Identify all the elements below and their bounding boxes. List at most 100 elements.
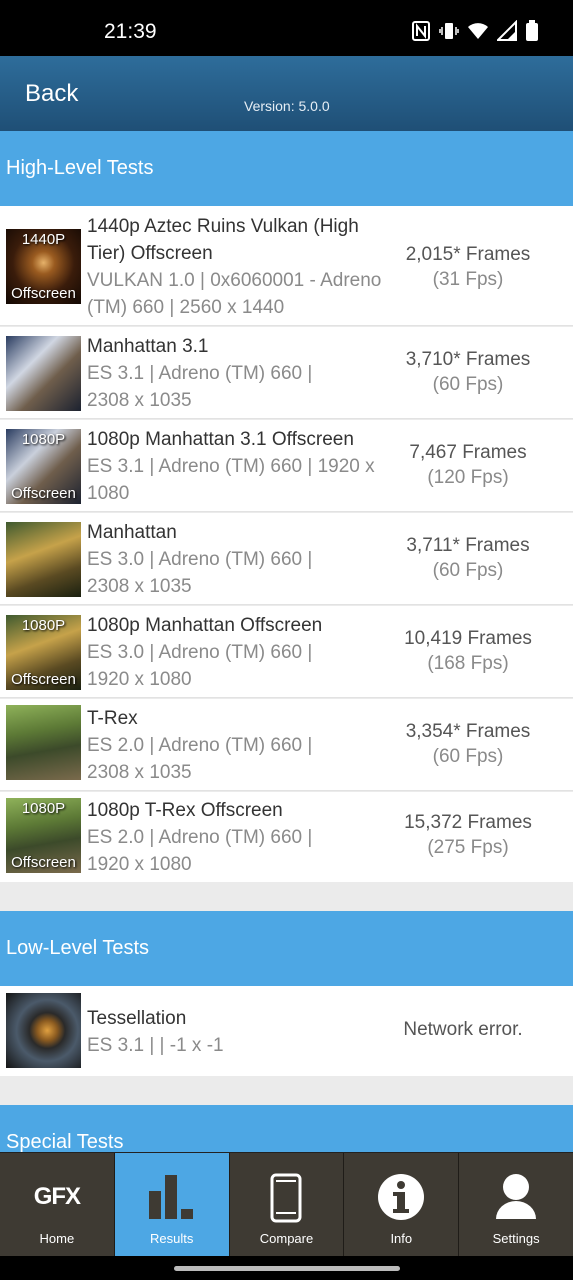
test-row-manhattan-offscreen[interactable]: 1080P Offscreen 1080p Manhattan Offscree… xyxy=(0,606,573,698)
test-thumbnail: 1440P Offscreen xyxy=(6,229,81,304)
test-result: 15,372 Frames (275 Fps) xyxy=(393,810,543,860)
test-row-manhattan-31-offscreen[interactable]: 1080P Offscreen 1080p Manhattan 3.1 Offs… xyxy=(0,420,573,512)
vibrate-icon xyxy=(439,23,459,39)
nav-info-label: Info xyxy=(390,1231,413,1246)
nav-info[interactable]: Info xyxy=(344,1153,460,1256)
test-details: ES 2.0 | Adreno (TM) 660 | 1920 x 1080 xyxy=(87,827,313,875)
thumb-offscreen-tag: Offscreen xyxy=(11,285,76,302)
test-thumbnail: 1080P Offscreen xyxy=(6,429,81,504)
test-details: ES 3.1 | Adreno (TM) 660 | 2308 x 1035 xyxy=(87,363,313,411)
test-fps: (60 Fps) xyxy=(432,374,504,395)
home-indicator[interactable] xyxy=(174,1266,400,1271)
system-home-bar xyxy=(0,1256,573,1280)
test-name: 1080p Manhattan 3.1 Offscreen xyxy=(87,429,354,450)
section-low-level: Low-Level Tests xyxy=(0,911,573,986)
test-name: 1440p Aztec Ruins Vulkan (High Tier) Off… xyxy=(87,216,359,264)
test-result: 2,015* Frames (31 Fps) xyxy=(393,242,543,292)
phone-icon xyxy=(270,1173,302,1223)
nav-results[interactable]: Results xyxy=(114,1153,230,1256)
app-bar: Back Version: 5.0.0 xyxy=(0,56,573,131)
section-special: Special Tests xyxy=(0,1105,573,1152)
test-thumbnail: 1080P Offscreen xyxy=(6,615,81,690)
test-row-manhattan-31[interactable]: Manhattan 3.1 ES 3.1 | Adreno (TM) 660 |… xyxy=(0,327,573,419)
status-bar: 21:39 xyxy=(0,0,573,56)
test-name: Manhattan xyxy=(87,522,177,543)
test-details: ES 3.0 | Adreno (TM) 660 | 1920 x 1080 xyxy=(87,642,313,690)
test-row-trex-offscreen[interactable]: 1080P Offscreen 1080p T-Rex Offscreen ES… xyxy=(0,792,573,882)
section-high-level: High-Level Tests xyxy=(0,131,573,206)
test-fps: (60 Fps) xyxy=(432,746,504,767)
test-fps: (120 Fps) xyxy=(427,467,509,488)
info-icon xyxy=(378,1174,425,1220)
test-fps: (168 Fps) xyxy=(427,653,509,674)
test-fps: (60 Fps) xyxy=(432,560,504,581)
user-icon xyxy=(496,1174,537,1219)
test-info: 1440p Aztec Ruins Vulkan (High Tier) Off… xyxy=(87,213,387,321)
test-fps: (31 Fps) xyxy=(432,269,504,290)
nav-home[interactable]: GFX Home xyxy=(0,1153,115,1256)
test-details: ES 3.1 | | -1 x -1 xyxy=(87,1035,224,1056)
test-fps: (275 Fps) xyxy=(427,837,509,858)
test-name: T-Rex xyxy=(87,708,138,729)
nav-settings-label: Settings xyxy=(492,1231,540,1246)
test-details: VULKAN 1.0 | 0x6060001 - Adreno (TM) 660… xyxy=(87,270,382,318)
test-info: 1080p T-Rex Offscreen ES 2.0 | Adreno (T… xyxy=(87,797,337,878)
wifi-icon xyxy=(468,23,488,39)
test-row-tessellation[interactable]: Tessellation ES 3.1 | | -1 x -1 Network … xyxy=(0,986,573,1076)
test-result: Network error. xyxy=(383,1017,543,1042)
test-info: 1080p Manhattan 3.1 Offscreen ES 3.1 | A… xyxy=(87,426,377,507)
section-title: Special Tests xyxy=(6,1131,124,1152)
test-row-aztec-1440p[interactable]: 1440P Offscreen 1440p Aztec Ruins Vulkan… xyxy=(0,206,573,326)
test-result: 3,354* Frames (60 Fps) xyxy=(393,719,543,769)
test-name: Tessellation xyxy=(87,1008,187,1029)
nav-settings[interactable]: Settings xyxy=(459,1153,573,1256)
section-title: Low-Level Tests xyxy=(6,937,150,959)
test-score: 2,015* Frames xyxy=(405,244,531,265)
test-info: Manhattan 3.1 ES 3.1 | Adreno (TM) 660 |… xyxy=(87,333,337,414)
thumb-offscreen-tag: Offscreen xyxy=(11,485,76,502)
test-score: 3,354* Frames xyxy=(405,721,531,742)
bottom-navigation: GFX Home Results Compare Info Settings xyxy=(0,1152,573,1256)
test-thumbnail: 1080P Offscreen xyxy=(6,798,81,873)
test-info: 1080p Manhattan Offscreen ES 3.0 | Adren… xyxy=(87,612,357,693)
test-result: 3,710* Frames (60 Fps) xyxy=(393,347,543,397)
back-button[interactable]: Back xyxy=(25,80,78,108)
test-score: 3,711* Frames xyxy=(406,535,530,556)
test-info: T-Rex ES 2.0 | Adreno (TM) 660 | 2308 x … xyxy=(87,705,337,786)
test-row-manhattan[interactable]: Manhattan ES 3.0 | Adreno (TM) 660 | 230… xyxy=(0,513,573,605)
test-result: 10,419 Frames (168 Fps) xyxy=(393,626,543,676)
thumb-offscreen-tag: Offscreen xyxy=(11,671,76,688)
test-name: 1080p T-Rex Offscreen xyxy=(87,800,283,821)
thumb-resolution-tag: 1440P xyxy=(21,231,66,248)
status-time: 21:39 xyxy=(104,20,157,43)
test-details: ES 2.0 | Adreno (TM) 660 | 2308 x 1035 xyxy=(87,735,313,783)
thumb-offscreen-tag: Offscreen xyxy=(11,854,76,871)
test-name: Manhattan 3.1 xyxy=(87,336,209,357)
test-details: ES 3.1 | Adreno (TM) 660 | 1920 x 1080 xyxy=(87,456,375,504)
battery-icon xyxy=(526,20,538,41)
nav-compare[interactable]: Compare xyxy=(230,1153,345,1256)
nav-results-label: Results xyxy=(150,1231,194,1246)
test-score: 7,467 Frames xyxy=(409,442,527,463)
test-score: 10,419 Frames xyxy=(404,628,532,649)
test-score: 15,372 Frames xyxy=(404,812,532,833)
test-score: 3,710* Frames xyxy=(405,349,531,370)
test-thumbnail xyxy=(6,336,81,411)
test-details: ES 3.0 | Adreno (TM) 660 | 2308 x 1035 xyxy=(87,549,313,597)
test-result: 3,711* Frames (60 Fps) xyxy=(393,533,543,583)
nav-home-label: Home xyxy=(39,1231,75,1246)
nav-compare-label: Compare xyxy=(259,1231,314,1246)
signal-icon xyxy=(497,20,517,41)
test-error: Network error. xyxy=(403,1019,523,1040)
test-info: Manhattan ES 3.0 | Adreno (TM) 660 | 230… xyxy=(87,519,337,600)
nfc-icon xyxy=(412,21,430,41)
test-thumbnail xyxy=(6,522,81,597)
thumb-resolution-tag: 1080P xyxy=(21,800,66,817)
test-row-trex[interactable]: T-Rex ES 2.0 | Adreno (TM) 660 | 2308 x … xyxy=(0,699,573,791)
version-label: Version: 5.0.0 xyxy=(244,98,330,114)
section-title: High-Level Tests xyxy=(6,157,154,179)
test-thumbnail xyxy=(6,705,81,780)
gfx-logo-icon: GFX xyxy=(33,1183,81,1210)
test-result: 7,467 Frames (120 Fps) xyxy=(393,440,543,490)
test-info: Tessellation ES 3.1 | | -1 x -1 xyxy=(87,1005,337,1059)
